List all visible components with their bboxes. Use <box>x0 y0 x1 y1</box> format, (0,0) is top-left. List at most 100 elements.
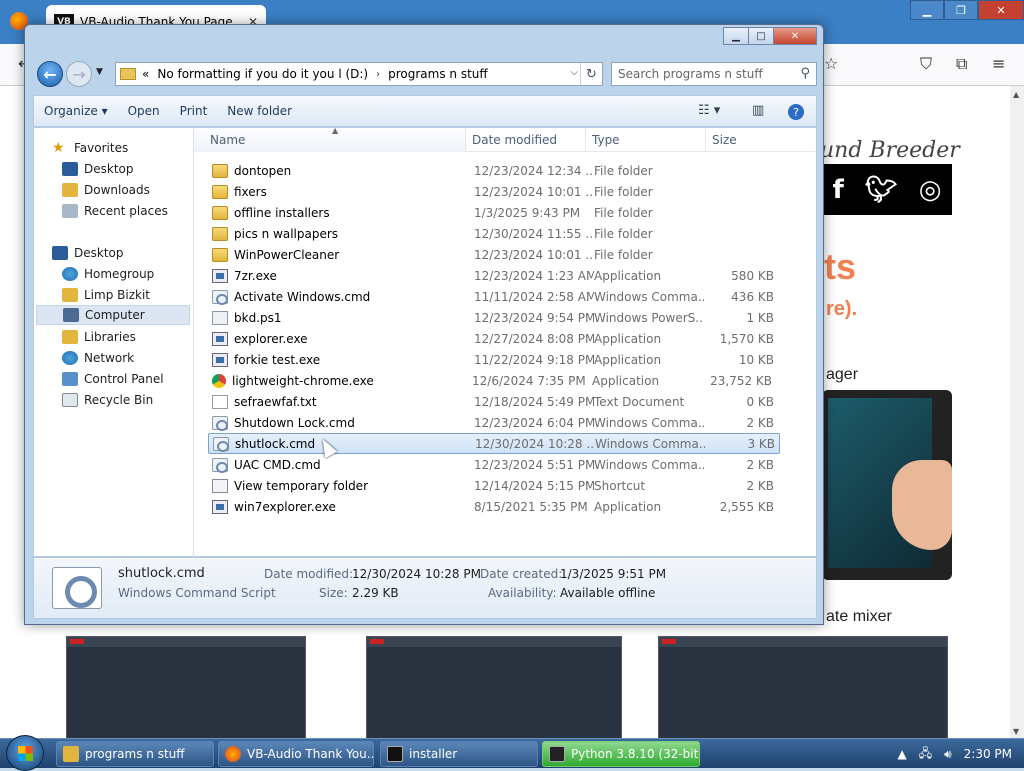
search-placeholder: Search programs n stuff <box>618 67 763 81</box>
pocket-icon[interactable]: ⛉ <box>920 54 932 74</box>
back-button[interactable]: ← <box>37 61 63 87</box>
taskbar-item-python[interactable]: Python 3.8.10 (32-bit... <box>542 741 700 767</box>
facebook-icon[interactable]: f <box>832 175 843 205</box>
details-file-kind: Windows Command Script <box>118 586 276 600</box>
instagram-icon[interactable]: ◎ <box>919 175 942 205</box>
page-scrollbar[interactable]: ▲ ▼ <box>1010 86 1024 740</box>
lnk-icon <box>212 478 228 493</box>
file-date: 12/23/2024 1:23 AM <box>474 268 594 283</box>
details-date-modified: 12/30/2024 10:28 PM <box>352 567 481 581</box>
file-date: 8/15/2021 5:35 PM <box>474 499 588 514</box>
file-size: 2 KB <box>746 457 774 472</box>
file-name: 7zr.exe <box>234 268 277 283</box>
address-dropdown-icon[interactable]: ⌵ <box>570 67 578 78</box>
twitter-icon[interactable]: 🐦︎ <box>865 175 898 205</box>
address-bar[interactable]: « No formatting if you do it you l (D:) … <box>115 62 603 86</box>
print-button[interactable]: Print <box>170 104 218 118</box>
search-icon[interactable]: ⚲ <box>800 66 810 81</box>
address-segment-folder[interactable]: programs n stuff <box>388 67 488 81</box>
view-options-icon[interactable]: ☷ ▾ <box>698 103 720 118</box>
column-header-date[interactable]: Date modified <box>466 128 586 152</box>
organize-button[interactable]: Organize ▾ <box>34 104 118 118</box>
show-hidden-icons[interactable]: ▲ <box>897 747 906 761</box>
file-row[interactable]: lightweight-chrome.exe 12/6/2024 7:35 PM A… <box>208 370 780 391</box>
heading-fragment: ts <box>824 246 857 287</box>
address-overflow-chevron[interactable]: « <box>142 67 149 81</box>
file-row[interactable]: fixers 12/23/2024 10:01 ... File folder <box>208 181 780 202</box>
bookmark-star-icon[interactable]: ☆ <box>824 54 838 73</box>
minimize-button[interactable]: ▁ <box>910 0 944 20</box>
refresh-icon[interactable]: ↻ <box>580 63 602 85</box>
file-row[interactable]: dontopen 12/23/2024 12:34 ... File folder <box>208 160 780 181</box>
file-size: 2 KB <box>746 478 774 493</box>
cmd-icon <box>212 289 228 305</box>
file-type-icon <box>52 567 102 609</box>
file-date: 12/14/2024 5:15 PM <box>474 478 594 493</box>
new-folder-button[interactable]: New folder <box>217 104 302 118</box>
open-button[interactable]: Open <box>118 104 170 118</box>
taskbar-item-explorer[interactable]: programs n stuff <box>56 741 214 767</box>
address-segment-drive[interactable]: No formatting if you do it you l (D:) <box>157 67 368 81</box>
file-date: 12/23/2024 12:34 ... <box>474 163 594 178</box>
file-row[interactable]: UAC CMD.cmd 12/23/2024 5:51 PM Windows Com… <box>208 454 780 475</box>
sort-ascending-icon: ▲ <box>332 126 339 135</box>
preview-pane-icon[interactable]: ▥ <box>752 103 764 118</box>
user-folder-icon <box>62 288 78 302</box>
extensions-icon[interactable]: ⧉ <box>956 54 967 74</box>
column-header-type[interactable]: Type <box>586 128 706 152</box>
file-row[interactable]: forkie test.exe 11/22/2024 9:18 PM Applica… <box>208 349 780 370</box>
start-button[interactable] <box>6 735 44 771</box>
file-row[interactable]: shutlock.cmd 12/30/2024 10:28 ... Windows … <box>208 433 780 454</box>
mixer-text: ate mixer <box>826 608 892 625</box>
file-row[interactable]: Shutdown Lock.cmd 12/23/2024 6:04 PM Windo… <box>208 412 780 433</box>
column-header-size[interactable]: Size <box>706 128 796 152</box>
taskbar-item-firefox[interactable]: VB-Audio Thank You... <box>218 741 374 767</box>
file-row[interactable]: View temporary folder 12/14/2024 5:15 PM S… <box>208 475 780 496</box>
maximize-button[interactable]: □ <box>748 27 774 45</box>
file-row[interactable]: WinPowerCleaner 12/23/2024 10:01 ... File … <box>208 244 780 265</box>
cmd-icon <box>212 415 228 431</box>
clock[interactable]: 2:30 PM <box>964 747 1012 761</box>
exe-icon <box>212 499 228 514</box>
help-icon[interactable]: ? <box>788 104 804 120</box>
minimize-button[interactable]: ▁ <box>723 27 749 45</box>
file-row[interactable]: explorer.exe 12/27/2024 8:08 PM Applicatio… <box>208 328 780 349</box>
folder-icon <box>212 226 228 241</box>
folder-icon <box>63 746 79 762</box>
file-date: 12/27/2024 8:08 PM <box>474 331 594 346</box>
file-date: 12/30/2024 11:55 ... <box>474 226 594 241</box>
file-type: Application <box>594 268 662 283</box>
nav-computer[interactable]: Computer <box>36 305 190 325</box>
column-header-name[interactable]: ▲ Name <box>194 126 466 152</box>
windows-logo-icon <box>18 746 33 761</box>
nav-desktop-root[interactable]: Desktop <box>52 243 210 263</box>
file-date: 12/18/2024 5:49 PM <box>474 394 594 409</box>
file-type: Windows PowerS... <box>594 310 704 325</box>
file-type: File folder <box>594 226 653 241</box>
address-separator-icon[interactable]: › <box>376 69 380 80</box>
maximize-button[interactable]: ❐ <box>944 0 978 20</box>
nav-favorites[interactable]: ★ Favorites <box>52 138 210 158</box>
libraries-icon <box>62 330 78 344</box>
file-row[interactable]: pics n wallpapers 12/30/2024 11:55 ... Fil… <box>208 223 780 244</box>
close-button[interactable]: ✕ <box>978 0 1024 20</box>
file-row[interactable]: Activate Windows.cmd 11/11/2024 2:58 AM Wi… <box>208 286 780 307</box>
file-row[interactable]: win7explorer.exe 8/15/2021 5:35 PM Applica… <box>208 496 780 517</box>
network-icon <box>62 351 78 365</box>
close-button[interactable]: ✕ <box>773 27 817 45</box>
network-status-icon[interactable]: 🖧︎ <box>919 744 932 765</box>
file-row[interactable]: bkd.ps1 12/23/2024 9:54 PM Windows PowerS.… <box>208 307 780 328</box>
file-row[interactable]: 7zr.exe 12/23/2024 1:23 AM Application 580 … <box>208 265 780 286</box>
recent-pages-dropdown[interactable]: ▼ <box>96 67 103 77</box>
cmd-icon <box>212 457 228 473</box>
cmd-icon <box>213 436 229 452</box>
file-row[interactable]: offline installers 1/3/2025 9:43 PM File f… <box>208 202 780 223</box>
file-size: 2 KB <box>746 415 774 430</box>
file-row[interactable]: sefraewfaf.txt 12/18/2024 5:49 PM Text Doc… <box>208 391 780 412</box>
search-input[interactable]: Search programs n stuff ⚲ <box>611 62 817 86</box>
menu-icon[interactable]: ≡ <box>992 54 1005 73</box>
volume-icon[interactable]: 🔊︎ <box>944 747 952 762</box>
taskbar-item-installer[interactable]: installer <box>380 741 538 767</box>
forward-button[interactable]: → <box>66 61 92 87</box>
breeder-text: und Breeder <box>820 138 960 163</box>
